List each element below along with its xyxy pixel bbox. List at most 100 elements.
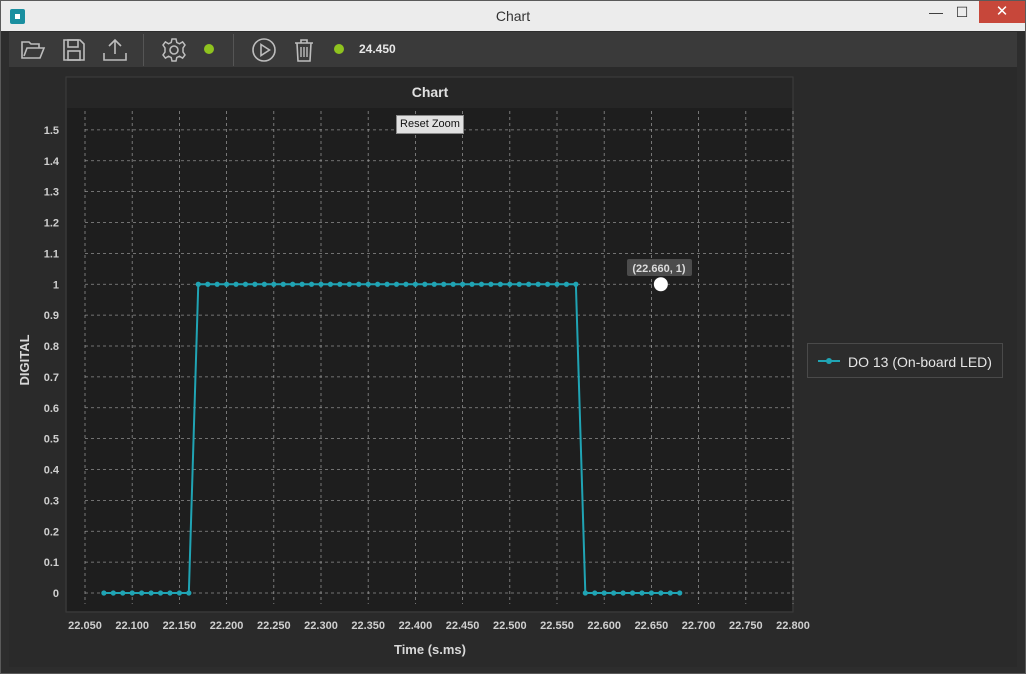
data-point[interactable] <box>573 281 579 287</box>
data-point[interactable] <box>139 590 145 596</box>
x-tick-label: 22.400 <box>399 620 433 632</box>
data-point[interactable] <box>629 590 636 596</box>
legend-series-marker <box>818 358 840 364</box>
data-point[interactable] <box>186 590 192 596</box>
data-point[interactable] <box>205 281 211 287</box>
y-tick-label: 0.1 <box>44 557 59 569</box>
data-point[interactable] <box>526 281 532 287</box>
x-tick-label: 22.150 <box>163 620 197 632</box>
y-tick-label: 0.7 <box>44 372 59 384</box>
x-tick-label: 22.050 <box>68 620 102 632</box>
data-point[interactable] <box>563 281 570 287</box>
data-point[interactable] <box>450 281 456 287</box>
data-point[interactable] <box>167 590 173 596</box>
legend-label: DO 13 (On-board LED) <box>848 354 992 370</box>
x-tick-label: 22.100 <box>115 620 149 632</box>
y-tick-label: 1 <box>53 279 59 291</box>
data-point[interactable] <box>365 281 371 287</box>
x-tick-label: 22.450 <box>446 620 480 632</box>
data-point[interactable] <box>544 281 551 287</box>
data-point[interactable] <box>101 590 107 596</box>
data-point[interactable] <box>535 281 541 287</box>
y-tick-label: 1.3 <box>44 187 59 199</box>
data-point[interactable] <box>346 281 352 287</box>
data-point[interactable] <box>120 590 126 596</box>
x-axis-label: Time (s.ms) <box>394 642 466 657</box>
x-tick-label: 22.650 <box>635 620 669 632</box>
data-point[interactable] <box>403 281 409 287</box>
chart-title: Chart <box>412 84 449 100</box>
data-point[interactable] <box>195 281 201 287</box>
x-tick-label: 22.700 <box>682 620 716 632</box>
data-point[interactable] <box>148 590 154 596</box>
data-point[interactable] <box>460 281 466 287</box>
data-point[interactable] <box>214 281 220 287</box>
data-point[interactable] <box>290 281 296 287</box>
data-point[interactable] <box>469 281 475 287</box>
y-tick-label: 0.8 <box>44 341 59 353</box>
data-point[interactable] <box>308 281 315 287</box>
x-tick-label: 22.750 <box>729 620 763 632</box>
data-point[interactable] <box>110 590 116 596</box>
data-point[interactable] <box>280 281 286 287</box>
data-point[interactable] <box>582 590 588 596</box>
data-point[interactable] <box>176 590 182 596</box>
data-point[interactable] <box>601 590 607 596</box>
data-point[interactable] <box>157 590 164 596</box>
y-tick-label: 0.4 <box>44 465 60 477</box>
y-tick-label: 1.2 <box>44 218 59 230</box>
x-tick-label: 22.250 <box>257 620 291 632</box>
plot-area <box>67 108 792 611</box>
highlighted-data-point[interactable] <box>653 277 668 292</box>
data-point[interactable] <box>384 281 390 287</box>
data-point[interactable] <box>327 281 334 287</box>
data-point[interactable] <box>658 590 664 596</box>
chart-legend[interactable]: DO 13 (On-board LED) <box>807 343 1003 378</box>
data-point[interactable] <box>337 281 343 287</box>
x-tick-label: 22.600 <box>587 620 621 632</box>
data-point[interactable] <box>431 281 437 287</box>
data-point[interactable] <box>242 281 249 287</box>
x-tick-label: 22.500 <box>493 620 527 632</box>
x-tick-label: 22.550 <box>540 620 574 632</box>
data-point[interactable] <box>478 281 485 287</box>
reset-zoom-button[interactable]: Reset Zoom <box>396 115 464 134</box>
data-point[interactable] <box>497 281 503 287</box>
data-point[interactable] <box>261 281 267 287</box>
data-point[interactable] <box>611 590 617 596</box>
y-tick-label: 1.4 <box>44 156 60 168</box>
data-point[interactable] <box>271 281 277 287</box>
data-point[interactable] <box>441 281 447 287</box>
data-point[interactable] <box>620 590 626 596</box>
data-point[interactable] <box>412 281 418 287</box>
data-point[interactable] <box>507 281 513 287</box>
y-tick-label: 0.3 <box>44 495 59 507</box>
data-point[interactable] <box>252 281 258 287</box>
tooltip-text: (22.660, 1) <box>632 263 686 275</box>
data-point[interactable] <box>592 590 598 596</box>
data-point[interactable] <box>375 281 381 287</box>
y-tick-label: 0.9 <box>44 310 59 322</box>
data-point[interactable] <box>224 281 230 287</box>
x-tick-label: 22.300 <box>304 620 338 632</box>
x-tick-label: 22.350 <box>351 620 385 632</box>
data-point[interactable] <box>516 281 522 287</box>
data-point[interactable] <box>356 281 362 287</box>
data-point[interactable] <box>422 281 428 287</box>
data-point[interactable] <box>488 281 494 287</box>
data-point[interactable] <box>648 590 655 596</box>
data-point[interactable] <box>318 281 324 287</box>
chart: Chart 0 0.1 0.2 0.3 0.4 0.5 0.6 0.7 0.8 0.9 1 1.1 1.… <box>17 76 810 657</box>
data-point[interactable] <box>667 590 673 596</box>
data-point[interactable] <box>677 590 683 596</box>
y-tick-label: 1.5 <box>44 125 59 137</box>
data-tooltip: (22.660, 1) <box>627 259 692 276</box>
data-point[interactable] <box>299 281 305 287</box>
data-point[interactable] <box>639 590 645 596</box>
y-tick-label: 0.6 <box>44 403 59 415</box>
data-point[interactable] <box>393 281 400 287</box>
app-window: Chart — ☐ ✕ 24.450 Chart 0 0.1 0.2 0.3 0… <box>0 0 1026 674</box>
data-point[interactable] <box>554 281 560 287</box>
data-point[interactable] <box>233 281 239 287</box>
data-point[interactable] <box>129 590 135 596</box>
